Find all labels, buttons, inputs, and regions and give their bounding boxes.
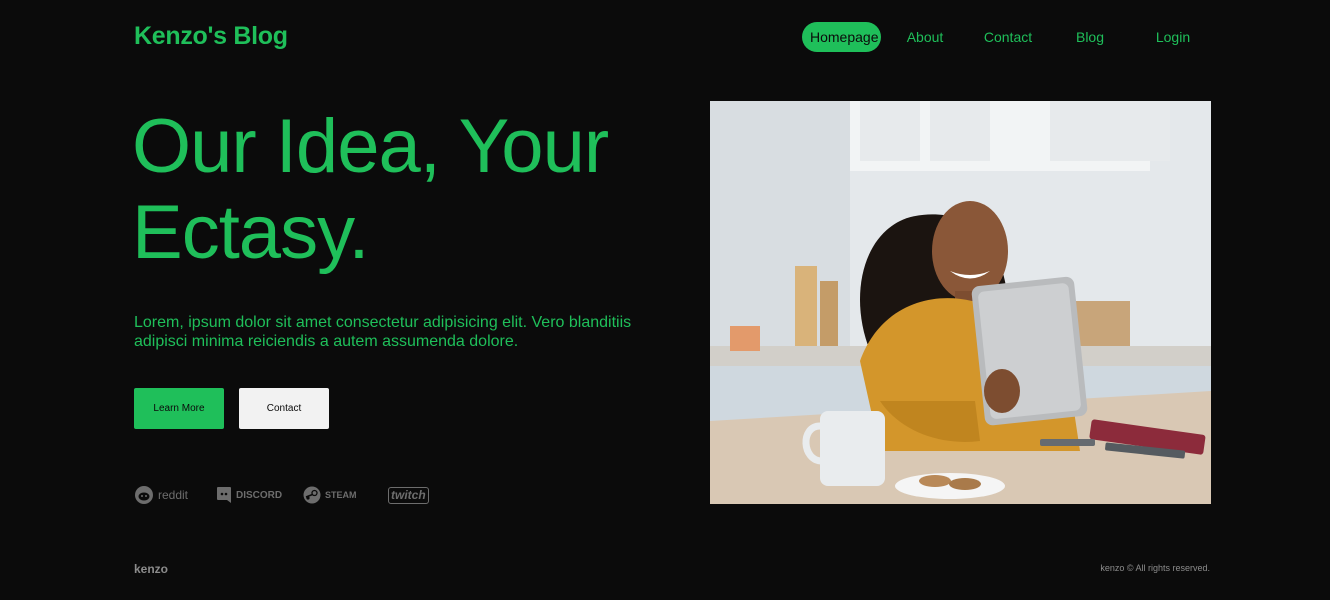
nav-contact[interactable]: Contact [982,22,1034,52]
reddit-icon [135,486,153,504]
partner-steam: STEAM [303,484,357,506]
hero-title-line-1: Our Idea, Your [132,104,609,189]
footer-copyright: kenzo © All rights reserved. [1100,563,1210,573]
nav-about[interactable]: About [902,22,948,52]
partner-reddit-label: reddit [158,488,189,502]
nav-login[interactable]: Login [1155,22,1191,52]
partner-discord: DISCORD [216,484,282,506]
twitch-icon: twitch [388,486,429,504]
nav-homepage[interactable]: Homepage [802,22,881,52]
learn-more-button[interactable]: Learn More [134,388,224,429]
partner-twitch: twitch [388,484,429,506]
nav-blog[interactable]: Blog [1074,22,1106,52]
woman-with-tablet-photo [710,101,1211,504]
partner-steam-label: STEAM [325,490,357,500]
discord-icon [217,487,231,503]
partner-discord-label: DISCORD [236,489,283,501]
hero-title-line-2: Ectasy. [132,190,370,275]
hero-description: Lorem, ipsum dolor sit amet consectetur … [134,314,632,350]
hero-title: Our Idea, Your Ectasy. [132,104,692,276]
site-logo[interactable]: Kenzo's Blog [134,22,288,51]
partner-reddit: reddit [134,484,188,506]
contact-button[interactable]: Contact [239,388,329,429]
steam-icon [303,486,321,504]
footer-logo[interactable]: kenzo [134,562,168,576]
partner-twitch-label: twitch [391,487,426,502]
hero-image [710,101,1211,504]
